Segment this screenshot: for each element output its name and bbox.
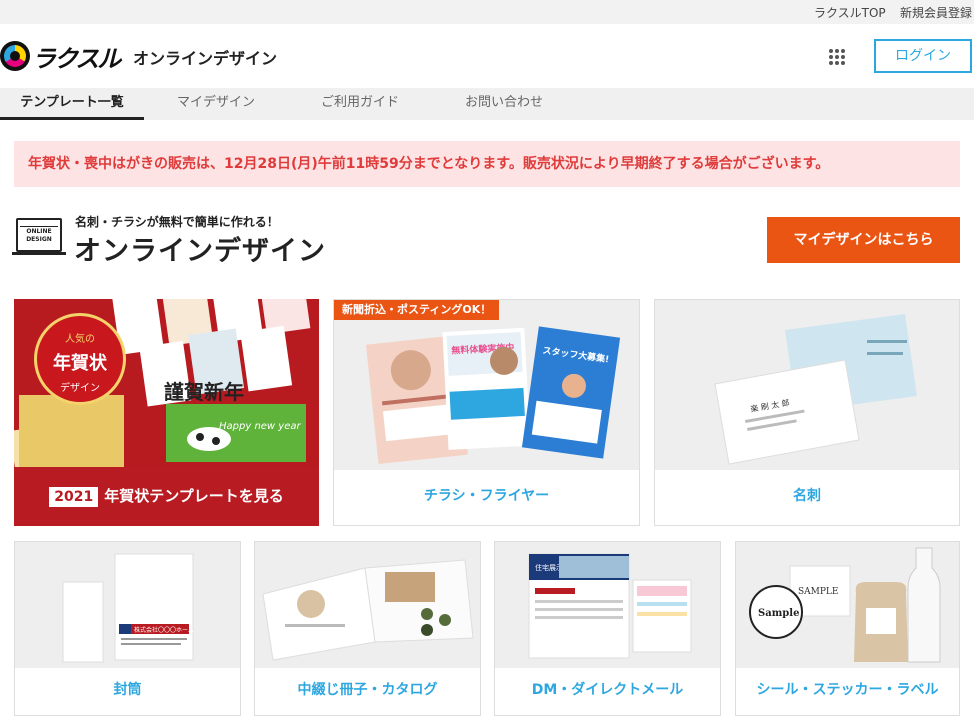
tab-contact[interactable]: お問い合わせ <box>432 88 576 120</box>
business-card-thumbnail: 楽 刷 太 郎 <box>655 300 959 470</box>
page-title: オンラインデザイン <box>74 236 326 267</box>
sticker-sample-text-2: SAMPLE <box>798 587 838 597</box>
site-header: ラクスル オンラインデザイン ログイン <box>0 24 974 88</box>
main-nav: テンプレート一覧 マイデザイン ご利用ガイド お問い合わせ <box>0 88 974 120</box>
flyer-category-card[interactable]: 無料体験実施中 スタッフ大募集! 新聞折込・ポスティングOK！ チラシ・フライヤ… <box>333 299 640 526</box>
envelope-thumb-text: 株式会社〇〇〇ホーム <box>134 626 194 634</box>
business-card-label: 名刺 <box>793 488 821 504</box>
direct-mail-thumbnail: 住宅展示場 <box>495 542 720 668</box>
hero-tagline: 名刺・チラシが無料で簡単に作れる！ <box>75 215 279 229</box>
online-design-monitor-icon: ONLINE DESIGN <box>16 218 62 252</box>
monitor-stand <box>12 252 66 255</box>
sticker-label-category-card[interactable]: SAMPLE Sample シール・ステッカー・ラベル <box>735 541 960 716</box>
business-card-category-card[interactable]: 楽 刷 太 郎 名刺 <box>654 299 960 526</box>
envelope-category-card[interactable]: 株式会社〇〇〇ホーム 封筒 <box>14 541 241 716</box>
top-utility-bar: ラクスルTOP 新規会員登録 <box>0 0 974 24</box>
raksul-logo[interactable]: ラクスル <box>0 38 121 74</box>
login-button[interactable]: ログイン <box>874 39 972 73</box>
raksul-top-link[interactable]: ラクスルTOP <box>814 4 886 21</box>
sticker-thumbnail: SAMPLE Sample <box>736 542 959 668</box>
flyer-card-label: チラシ・フライヤー <box>423 488 550 504</box>
nengajo-thumbnail: 謹賀新年 Happy new year 人気の 年賀状 デザイン <box>14 299 319 467</box>
seal-top-text: 人気の <box>65 334 95 345</box>
service-menu-grid-icon[interactable] <box>829 49 845 65</box>
sales-deadline-alert: 年賀状・喪中はがきの販売は、12月28日(月)午前11時59分までとなります。販… <box>14 141 960 187</box>
happy-new-year-text: Happy new year <box>219 421 301 432</box>
raksul-logo-mark-icon <box>0 41 30 71</box>
my-design-button[interactable]: マイデザインはこちら <box>767 217 960 263</box>
booklet-thumbnail <box>255 542 480 668</box>
badge-line-2: DESIGN <box>26 236 52 243</box>
tab-template-list[interactable]: テンプレート一覧 <box>0 88 144 120</box>
booklet-catalog-category-card[interactable]: 中綴じ冊子・カタログ <box>254 541 481 716</box>
register-link[interactable]: 新規会員登録 <box>900 4 972 21</box>
direct-mail-card-label: DM・ダイレクトメール <box>531 682 684 698</box>
tab-my-design[interactable]: マイデザイン <box>144 88 288 120</box>
booklet-card-label: 中綴じ冊子・カタログ <box>297 682 438 698</box>
posting-ok-ribbon: 新聞折込・ポスティングOK！ <box>334 300 500 320</box>
site-name: オンラインデザイン <box>133 49 278 68</box>
envelope-card-label: 封筒 <box>113 682 142 698</box>
nengajo-template-card[interactable]: 謹賀新年 Happy new year 人気の 年賀状 デザイン 2021 年賀状… <box>14 299 319 526</box>
sticker-sample-text-1: Sample <box>758 608 799 619</box>
calligraphy-text: 謹賀新年 <box>164 380 244 404</box>
seal-bottom-text: デザイン <box>60 383 100 394</box>
year-badge: 2021 <box>49 487 99 507</box>
sticker-card-label: シール・ステッカー・ラベル <box>756 682 939 698</box>
flyer-thumbnail: 無料体験実施中 スタッフ大募集! 新聞折込・ポスティングOK！ <box>334 300 639 470</box>
popular-nengajo-seal: 人気の 年賀状 デザイン <box>34 313 126 405</box>
nengajo-label-text: 年賀状テンプレートを見る <box>104 487 284 505</box>
envelope-thumbnail: 株式会社〇〇〇ホーム <box>15 542 240 668</box>
logo-text: ラクスル <box>32 44 121 73</box>
nengajo-card-label: 2021 年賀状テンプレートを見る <box>14 467 319 526</box>
tab-guide[interactable]: ご利用ガイド <box>288 88 432 120</box>
badge-line-1: ONLINE <box>26 228 52 235</box>
direct-mail-category-card[interactable]: 住宅展示場 DM・ダイレクトメール <box>494 541 721 716</box>
seal-main-text: 年賀状 <box>53 353 107 374</box>
